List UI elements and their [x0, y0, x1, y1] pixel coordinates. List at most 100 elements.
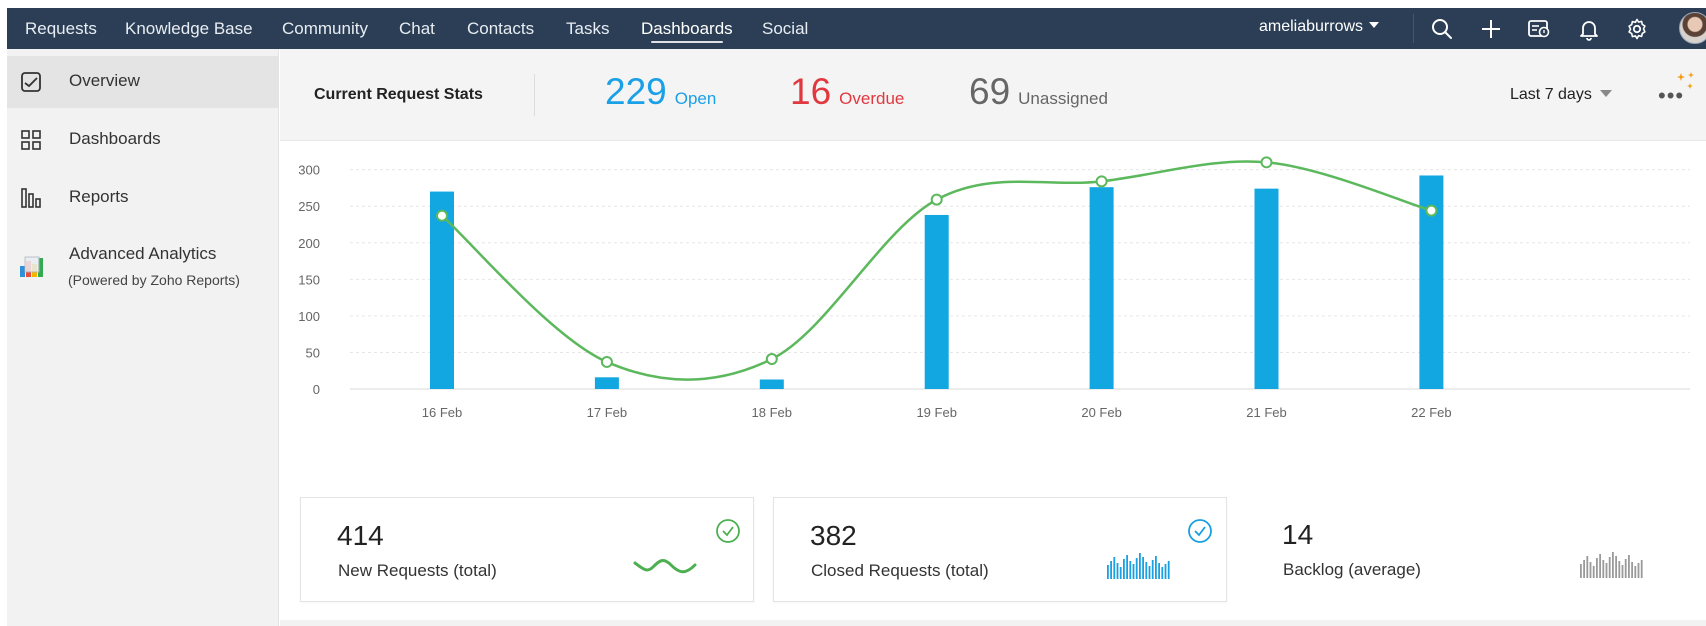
spark-bar — [1151, 560, 1154, 579]
bar — [759, 379, 784, 389]
spark-bar — [1145, 562, 1148, 579]
y-tick-label: 250 — [298, 199, 320, 214]
y-tick-label: 0 — [313, 382, 320, 397]
stat-overdue-label: Overdue — [839, 89, 905, 108]
chevron-down-icon — [1369, 22, 1380, 28]
spark-bar — [1586, 556, 1589, 578]
gear-icon[interactable] — [1625, 17, 1649, 41]
spark-bar — [1624, 559, 1627, 578]
stat-open-label: Open — [674, 89, 717, 108]
line-point — [1425, 204, 1438, 217]
date-range-select[interactable]: Last 7 days — [1510, 86, 1612, 104]
stat-open-value: 229 — [605, 71, 667, 112]
spark-bar — [1123, 559, 1125, 579]
sidebar-item-label: Advanced Analytics — [69, 244, 217, 263]
nav-chat[interactable]: Chat — [399, 8, 435, 49]
card-label: New Requests (total) — [338, 561, 497, 580]
spark-bar — [1634, 566, 1637, 578]
sparkline-bars-icon — [1580, 552, 1643, 578]
user-name: ameliaburrows — [1259, 18, 1364, 35]
y-tick-label: 150 — [298, 272, 320, 287]
spark-bar — [1615, 556, 1617, 578]
spark-bar — [1116, 563, 1119, 579]
bar — [924, 214, 949, 389]
chevron-down-icon — [1599, 90, 1612, 97]
card-closed-requests[interactable]: 382 Closed Requests (total) — [773, 497, 1227, 602]
stat-overdue[interactable]: 16 Overdue — [790, 71, 904, 113]
user-menu[interactable]: ameliaburrows — [1259, 8, 1380, 49]
sidebar-item-advanced-analytics[interactable]: Advanced Analytics (Powered by Zoho Repo… — [7, 230, 278, 294]
sparkle-icon[interactable] — [1674, 71, 1698, 95]
stats-title: Current Request Stats — [314, 86, 483, 103]
spark-bar — [1621, 565, 1624, 578]
ticket-icon[interactable] — [1527, 17, 1551, 41]
x-tick-label: 22 Feb — [1411, 405, 1451, 420]
spark-bar — [1612, 552, 1614, 578]
x-tick-label: 21 Feb — [1246, 405, 1286, 420]
spark-bar — [1107, 565, 1109, 579]
date-range-value: Last 7 days — [1510, 86, 1592, 103]
nav-contacts[interactable]: Contacts — [467, 8, 534, 49]
grid-icon — [21, 130, 41, 150]
sidebar-item-reports[interactable]: Reports — [7, 172, 278, 224]
line-point — [1260, 156, 1273, 169]
spark-bar — [1148, 566, 1151, 579]
nav-community[interactable]: Community — [282, 8, 368, 49]
card-label: Closed Requests (total) — [811, 561, 989, 580]
nav-dashboards[interactable]: Dashboards — [641, 8, 733, 49]
nav-social[interactable]: Social — [762, 8, 808, 49]
x-tick-label: 20 Feb — [1081, 405, 1121, 420]
stat-overdue-value: 16 — [790, 71, 832, 112]
sparkline-bars-icon — [1107, 553, 1170, 579]
stat-unassigned-label: Unassigned — [1018, 89, 1108, 108]
stat-unassigned[interactable]: 69 Unassigned — [969, 71, 1108, 113]
chart-svg: 0 50 100 150 200 250 300 16 Feb 17 Feb 18 Feb 19 F… — [298, 156, 1690, 420]
y-tick-label: 50 — [306, 345, 320, 360]
spark-bar — [1602, 560, 1605, 578]
line-point — [930, 193, 943, 206]
spark-bar — [1142, 557, 1144, 579]
y-tick-label: 100 — [298, 309, 320, 324]
sidebar-item-dashboards[interactable]: Dashboards — [7, 114, 278, 166]
spark-bar — [1161, 567, 1164, 579]
x-tick-label: 18 Feb — [752, 405, 792, 420]
analytics-icon — [20, 256, 43, 277]
sidebar-item-overview[interactable]: Overview — [7, 56, 278, 108]
spark-bar — [1113, 557, 1116, 579]
bell-icon[interactable] — [1577, 17, 1601, 41]
sparkline-wave-icon — [633, 559, 697, 574]
nav-requests[interactable]: Requests — [25, 8, 97, 49]
spark-bar — [1119, 567, 1122, 579]
spark-bar — [1599, 554, 1601, 578]
nav-dashboards-label: Dashboards — [641, 19, 733, 38]
bar — [1254, 188, 1279, 389]
card-backlog[interactable]: 14 Backlog (average) — [1246, 497, 1700, 602]
y-tick-label: 300 — [298, 163, 320, 178]
sidebar: Overview Dashboards Reports Advanced Ana… — [7, 49, 279, 626]
spark-bar — [1640, 560, 1643, 578]
stat-unassigned-value: 69 — [969, 71, 1011, 112]
nav-tasks[interactable]: Tasks — [566, 8, 609, 49]
spark-bar — [1589, 562, 1592, 578]
spark-bar — [1580, 564, 1582, 578]
spark-bar — [1135, 558, 1138, 579]
card-new-requests[interactable]: 414 New Requests (total) — [300, 497, 754, 602]
x-tick-label: 17 Feb — [587, 405, 627, 420]
stat-open[interactable]: 229 Open — [605, 71, 716, 113]
nav-knowledge-base[interactable]: Knowledge Base — [125, 8, 253, 49]
spark-bar — [1164, 564, 1167, 579]
card-value: 382 — [810, 520, 857, 551]
spark-bar — [1583, 560, 1585, 578]
avatar[interactable] — [1679, 12, 1706, 44]
stats-divider — [534, 74, 535, 116]
overview-icon — [21, 72, 41, 92]
spark-bar — [1618, 561, 1621, 578]
line-point — [436, 209, 448, 222]
spark-bar — [1605, 563, 1608, 578]
spark-bar — [1592, 566, 1595, 578]
sidebar-item-label: Overview — [69, 71, 140, 90]
sidebar-item-label: Reports — [69, 187, 129, 206]
plus-icon[interactable] — [1479, 17, 1503, 41]
search-icon[interactable] — [1430, 17, 1454, 41]
active-tab-indicator — [651, 41, 723, 43]
